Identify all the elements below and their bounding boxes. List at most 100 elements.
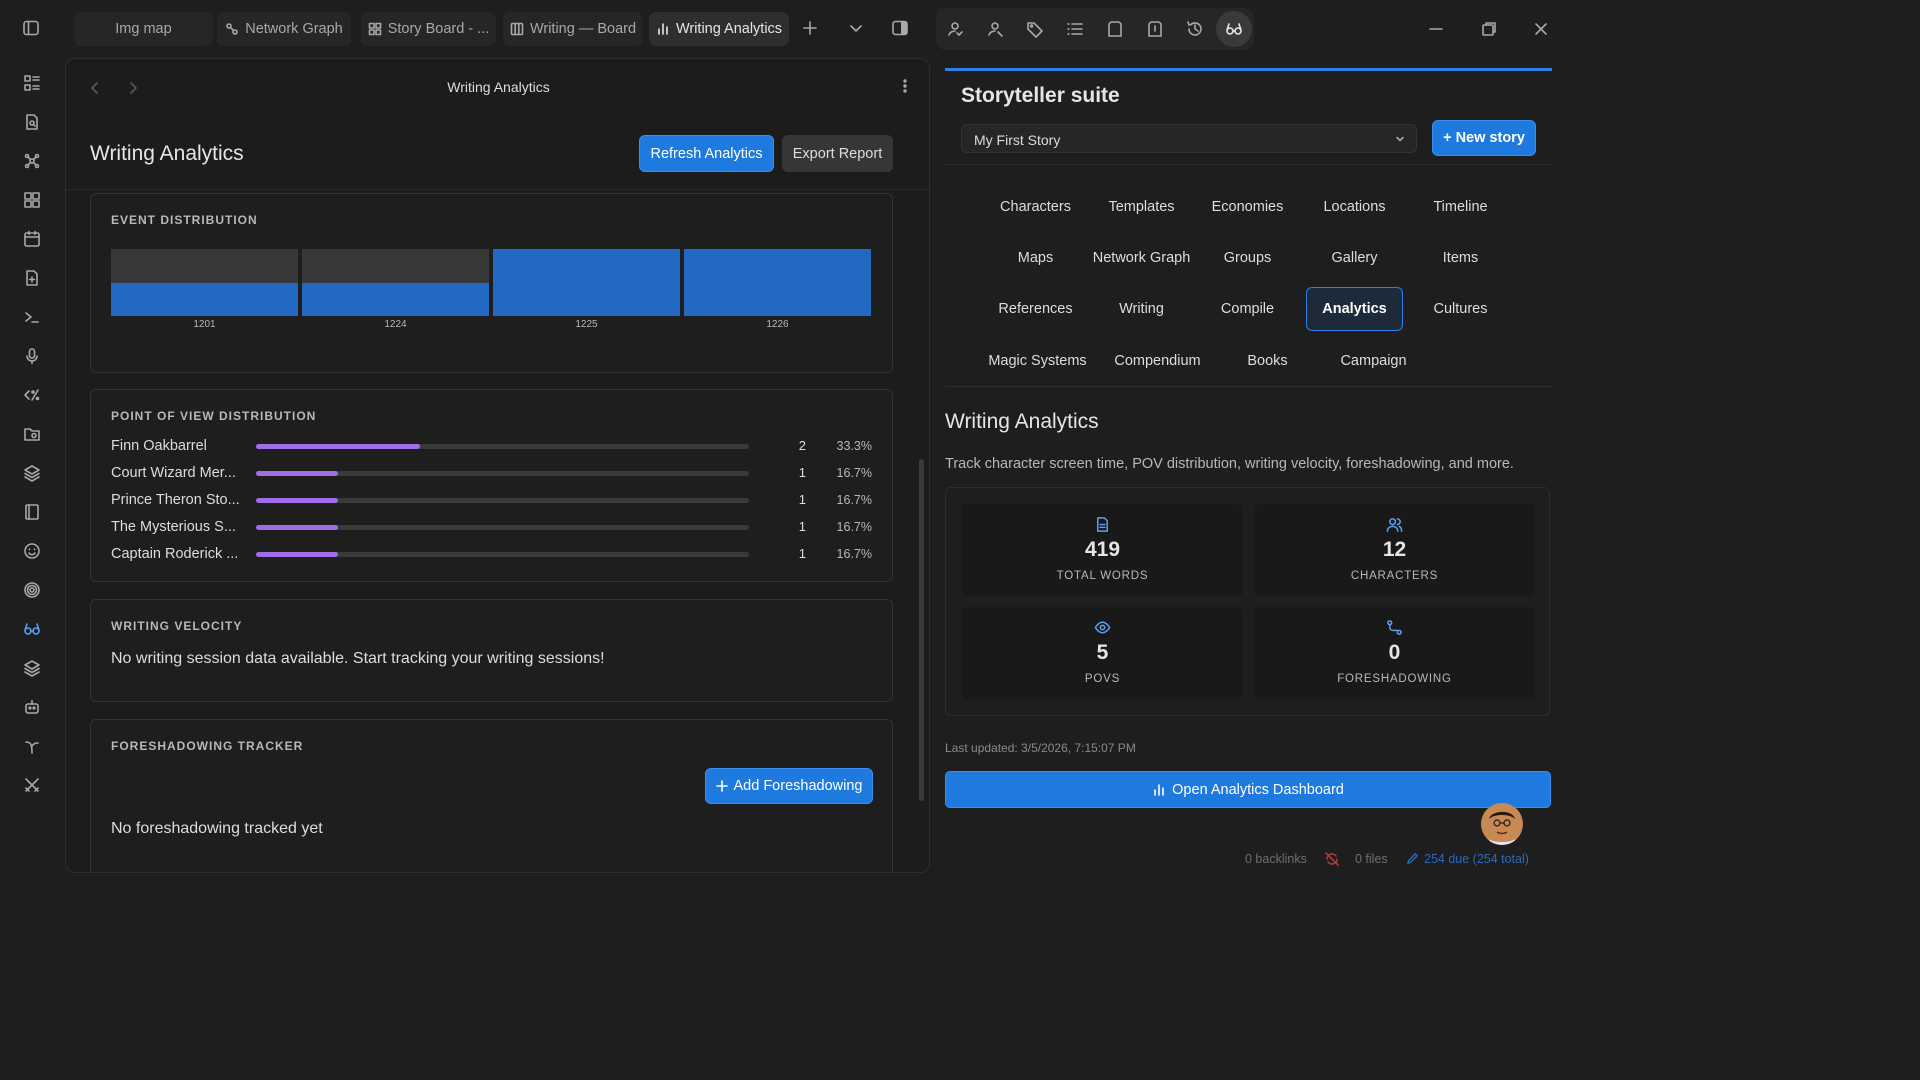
unlink-person-icon[interactable] xyxy=(986,20,1004,38)
nav-item-locations[interactable]: Locations xyxy=(1306,185,1403,229)
branch-icon[interactable] xyxy=(23,737,41,755)
file-plus-icon[interactable] xyxy=(23,269,41,287)
main-pane: Writing Analytics Writing Analytics Refr… xyxy=(65,58,930,873)
route-icon xyxy=(1387,620,1402,635)
tab-img-map[interactable]: Img map xyxy=(74,12,213,46)
bookmark-icon[interactable] xyxy=(1106,20,1124,38)
backlinks-count[interactable]: 0 backlinks xyxy=(1245,852,1307,866)
separator xyxy=(945,164,1552,165)
tab-label: Network Graph xyxy=(245,21,343,37)
graph-icon xyxy=(226,23,239,35)
pov-bar-fill xyxy=(256,471,339,476)
file-search-icon[interactable] xyxy=(23,113,41,131)
nav-item-references[interactable]: References xyxy=(987,287,1084,331)
dashboard-list-icon[interactable] xyxy=(23,74,41,92)
nav-item-network-graph[interactable]: Network Graph xyxy=(1093,236,1191,280)
pencil-icon xyxy=(1407,853,1418,864)
folder-search-icon[interactable] xyxy=(23,425,41,443)
nav-item-items[interactable]: Items xyxy=(1412,236,1509,280)
avatar-face-icon xyxy=(1481,803,1523,845)
calendar-icon[interactable] xyxy=(23,230,41,248)
pov-row: Prince Theron Sto... 1 16.7% xyxy=(111,490,873,510)
nav-item-gallery[interactable]: Gallery xyxy=(1306,236,1403,280)
nav-item-templates[interactable]: Templates xyxy=(1093,185,1190,229)
layers-icon[interactable] xyxy=(23,464,41,482)
terminal-icon[interactable] xyxy=(23,308,41,326)
minimize-icon[interactable] xyxy=(1427,20,1445,38)
notebook-icon[interactable] xyxy=(23,503,41,521)
tab-story-board[interactable]: Story Board - ... xyxy=(361,12,496,46)
tab-writing-board[interactable]: Writing — Board xyxy=(503,12,643,46)
card-title: FORESHADOWING TRACKER xyxy=(111,739,304,753)
refresh-analytics-button[interactable]: Refresh Analytics xyxy=(639,135,774,172)
tab-label: Story Board - ... xyxy=(387,21,490,37)
section-description: Track character screen time, POV distrib… xyxy=(945,456,1514,472)
chevron-down-icon[interactable] xyxy=(847,19,865,37)
nav-item-maps[interactable]: Maps xyxy=(987,236,1084,280)
event-bar-fill xyxy=(111,282,298,316)
stack-icon[interactable] xyxy=(23,659,41,677)
pov-count: 2 xyxy=(798,438,806,453)
nav-item-characters[interactable]: Characters xyxy=(987,185,1084,229)
chart-icon xyxy=(1154,783,1164,796)
event-bar-fill xyxy=(302,282,489,316)
nav-item-groups[interactable]: Groups xyxy=(1199,236,1296,280)
nav-item-writing[interactable]: Writing xyxy=(1093,287,1190,331)
new-story-button[interactable]: + New story xyxy=(1432,120,1536,156)
smile-icon[interactable] xyxy=(23,542,41,560)
swords-icon[interactable] xyxy=(23,776,41,794)
board-icon xyxy=(368,22,382,36)
nav-item-timeline[interactable]: Timeline xyxy=(1412,185,1509,229)
due-count[interactable]: 254 due (254 total) xyxy=(1424,852,1529,866)
microphone-icon[interactable] xyxy=(23,347,41,365)
pov-bar-fill xyxy=(256,498,339,503)
sidebar-toggle-icon[interactable] xyxy=(22,19,40,37)
nav-item-analytics[interactable]: Analytics xyxy=(1306,287,1403,331)
bookmark-alt-icon[interactable] xyxy=(1146,20,1164,38)
pov-bar-track xyxy=(256,525,749,530)
history-icon[interactable] xyxy=(1186,20,1204,38)
sync-off-icon[interactable] xyxy=(1325,852,1339,866)
close-icon[interactable] xyxy=(1532,20,1550,38)
right-sidebar-toggle-icon[interactable] xyxy=(891,19,909,37)
nav-item-cultures[interactable]: Cultures xyxy=(1412,287,1509,331)
separator xyxy=(945,386,1552,387)
event-bar-label: 1225 xyxy=(575,319,598,330)
stat-characters: 12 CHARACTERS xyxy=(1254,504,1535,596)
files-count[interactable]: 0 files xyxy=(1355,852,1388,866)
grid-icon[interactable] xyxy=(23,191,41,209)
pov-percent: 16.7% xyxy=(836,466,872,480)
add-foreshadowing-button[interactable]: Add Foreshadowing xyxy=(705,768,873,804)
more-options-icon[interactable] xyxy=(896,77,914,95)
export-report-button[interactable]: Export Report xyxy=(782,135,893,172)
event-bar-label: 1224 xyxy=(384,319,407,330)
network-icon[interactable] xyxy=(23,152,41,170)
tag-icon[interactable] xyxy=(1026,20,1044,38)
robot-icon[interactable] xyxy=(23,698,41,716)
code-percent-icon[interactable] xyxy=(23,386,41,404)
new-tab-icon[interactable] xyxy=(801,19,819,37)
left-ribbon xyxy=(0,58,64,882)
spiral-icon[interactable] xyxy=(23,581,41,599)
glasses-icon[interactable] xyxy=(1225,20,1243,38)
story-select[interactable]: My First Story xyxy=(961,124,1417,153)
nav-item-campaign[interactable]: Campaign xyxy=(1325,339,1422,383)
nav-item-economies[interactable]: Economies xyxy=(1199,185,1296,229)
pov-count: 1 xyxy=(798,492,806,507)
nav-item-compendium[interactable]: Compendium xyxy=(1109,339,1206,383)
tab-writing-analytics[interactable]: Writing Analytics xyxy=(649,12,789,46)
restore-icon[interactable] xyxy=(1480,20,1498,38)
pov-percent: 33.3% xyxy=(836,439,872,453)
list-icon[interactable] xyxy=(1066,20,1084,38)
avatar[interactable] xyxy=(1481,803,1523,845)
link-person-icon[interactable] xyxy=(946,20,964,38)
card-title: WRITING VELOCITY xyxy=(111,619,243,633)
open-analytics-dashboard-button[interactable]: Open Analytics Dashboard xyxy=(945,771,1551,808)
nav-item-books[interactable]: Books xyxy=(1219,339,1316,383)
nav-item-magic-systems[interactable]: Magic Systems xyxy=(988,339,1086,383)
card-title: POINT OF VIEW DISTRIBUTION xyxy=(111,409,317,423)
nav-item-compile[interactable]: Compile xyxy=(1199,287,1296,331)
tab-network-graph[interactable]: Network Graph xyxy=(217,12,351,46)
glasses-icon[interactable] xyxy=(23,620,41,638)
scrollbar-thumb[interactable] xyxy=(919,459,924,801)
